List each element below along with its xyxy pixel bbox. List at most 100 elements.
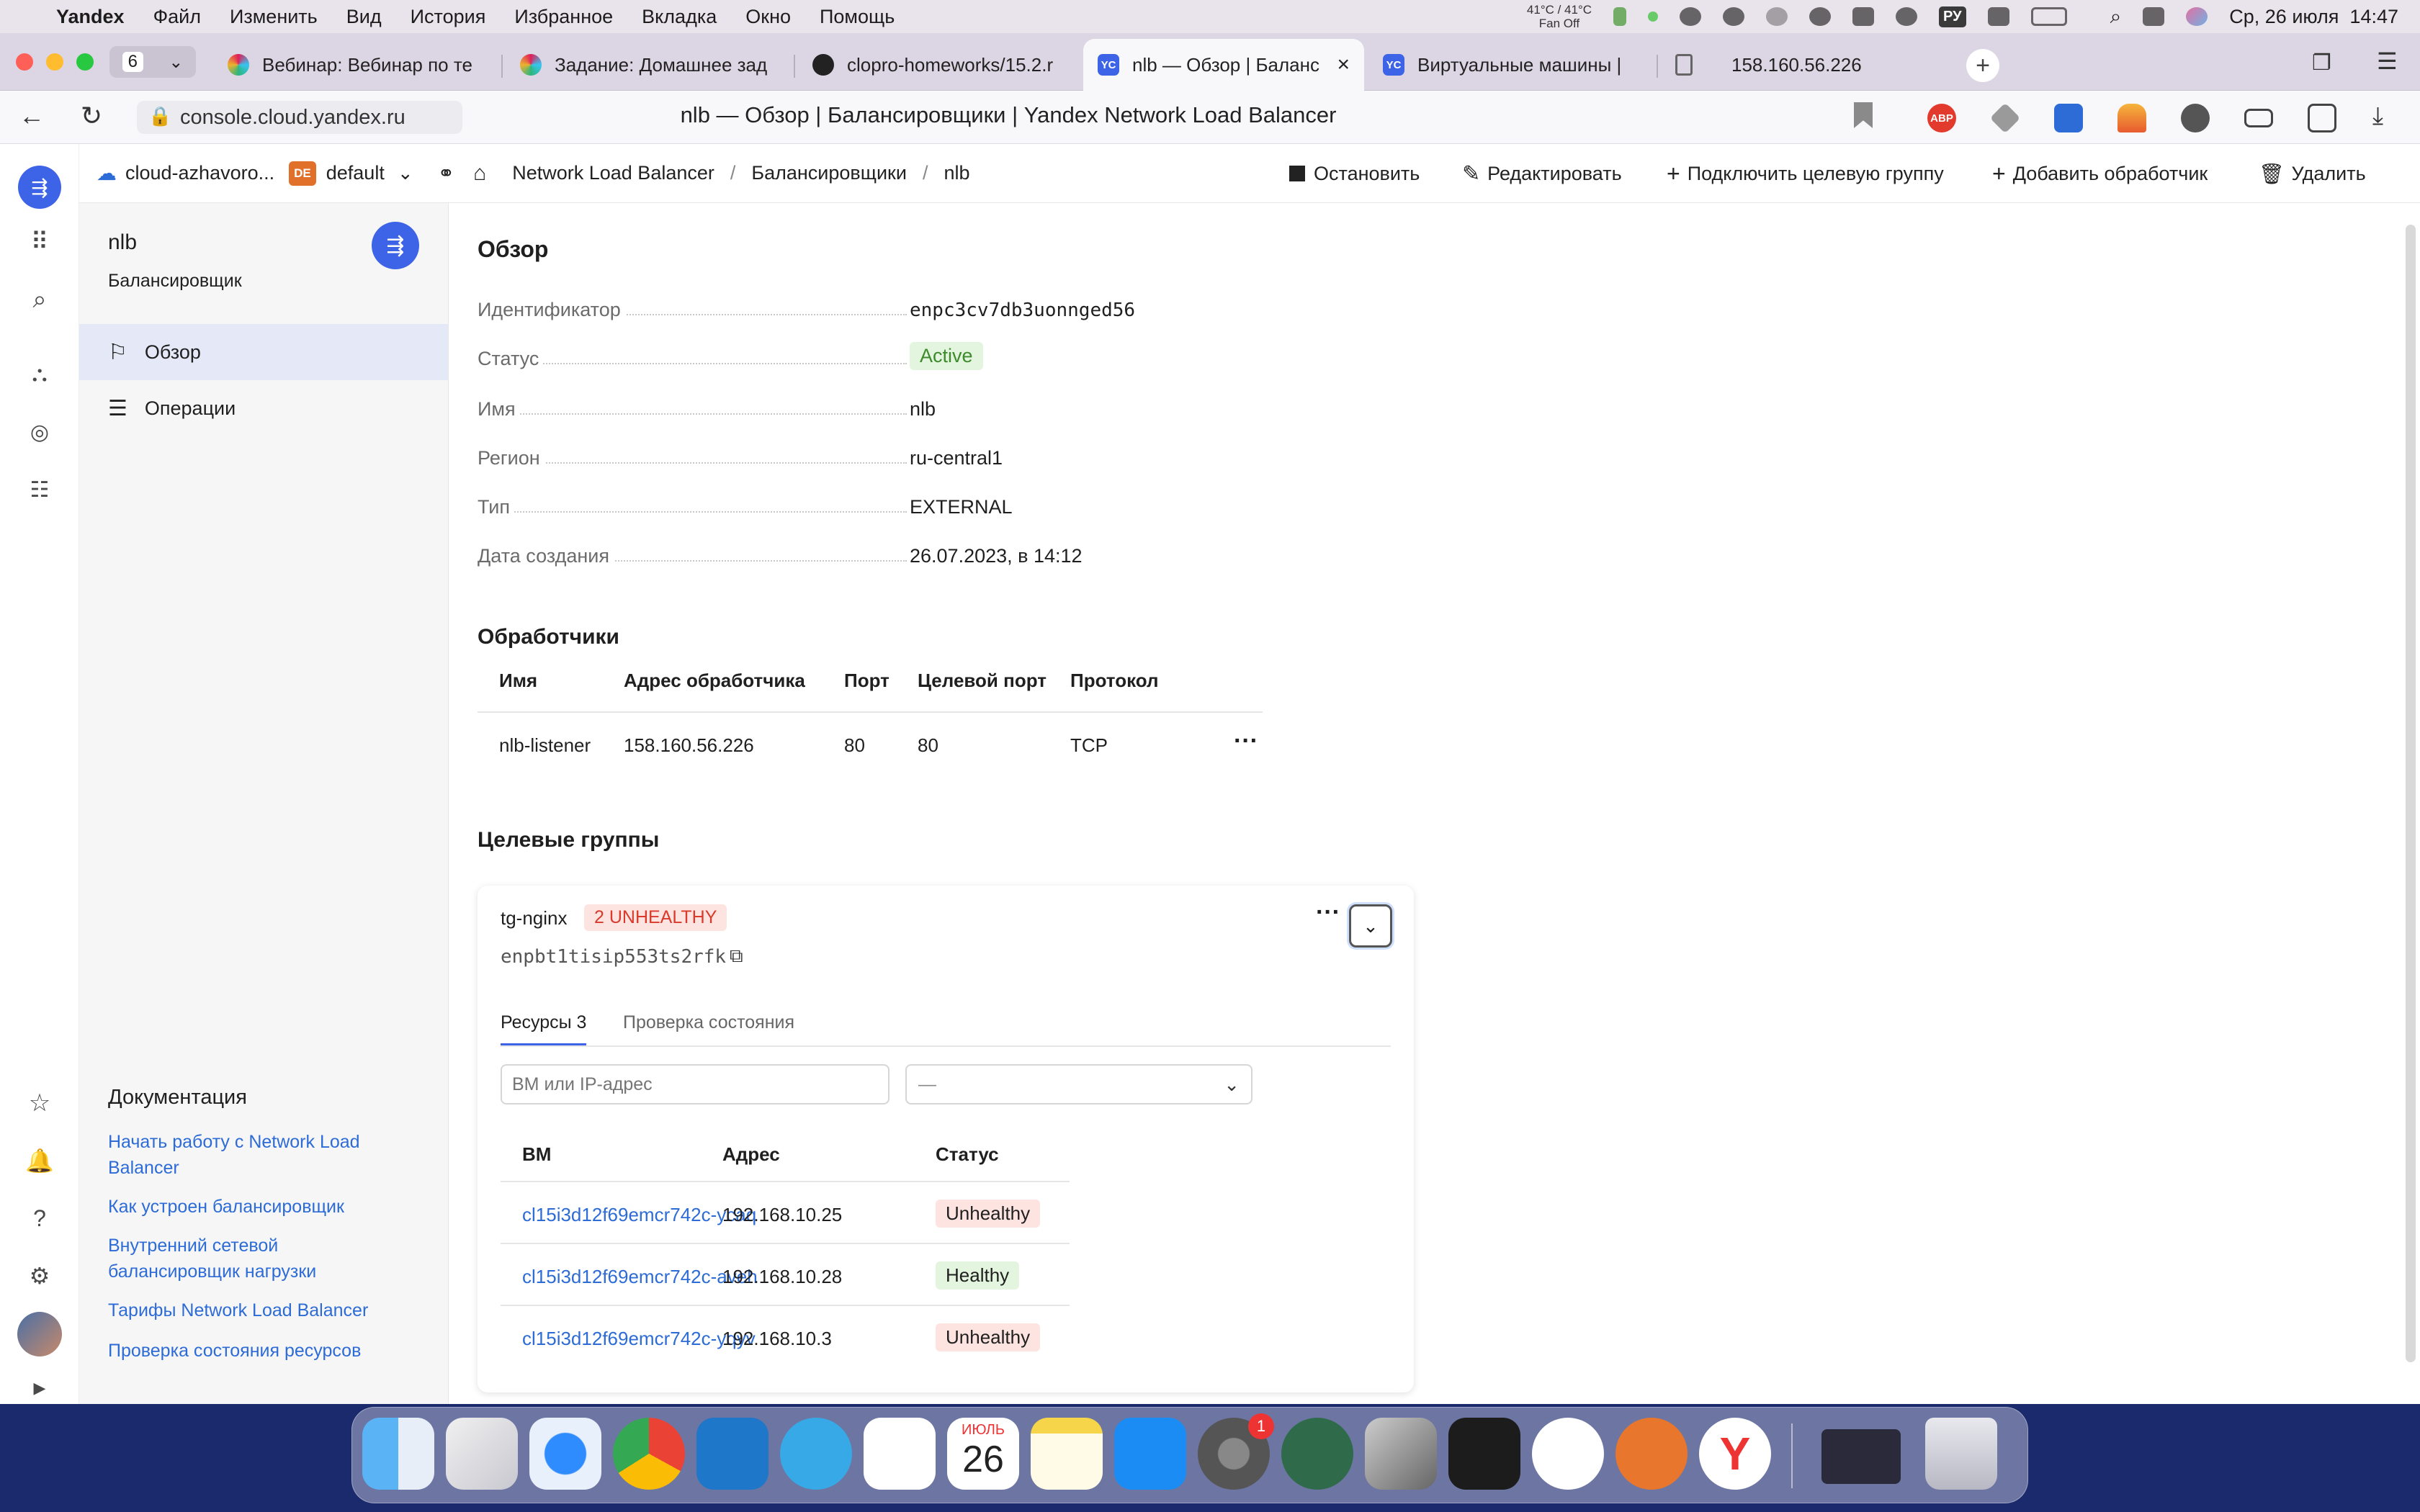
safari-icon[interactable]: [529, 1418, 601, 1490]
scrollbar[interactable]: [2406, 225, 2416, 1362]
battery-extension-icon[interactable]: [2244, 109, 2273, 127]
volume-icon[interactable]: [1852, 7, 1875, 26]
docs-link-internal-balancer[interactable]: Внутренний сетевой балансировщик нагрузк…: [108, 1233, 367, 1284]
search-icon[interactable]: ⌕: [2110, 5, 2122, 29]
action-stop-button[interactable]: Остановить: [1289, 144, 1420, 203]
chrome-icon[interactable]: [613, 1418, 685, 1490]
menu-bookmarks[interactable]: Избранное: [514, 6, 613, 28]
menu-help[interactable]: Помощь: [820, 6, 895, 28]
more-actions-icon[interactable]: ···: [1234, 727, 1258, 755]
menu-history[interactable]: История: [411, 6, 486, 28]
telegram-icon[interactable]: [780, 1418, 852, 1490]
menu-app-name[interactable]: Yandex: [56, 6, 125, 28]
vpn-extension-icon[interactable]: [2181, 104, 2210, 132]
docs-link-getting-started[interactable]: Начать работу с Network Load Balancer: [108, 1129, 411, 1181]
slack-icon[interactable]: [864, 1418, 936, 1490]
sidebar-item-operations[interactable]: ☰ Операции: [79, 380, 448, 436]
music-icon[interactable]: [1532, 1418, 1604, 1490]
menu-window[interactable]: Окно: [745, 6, 791, 28]
openvpn-icon[interactable]: [1615, 1418, 1688, 1490]
menu-tab[interactable]: Вкладка: [642, 6, 717, 28]
docs-link-pricing[interactable]: Тарифы Network Load Balancer: [108, 1297, 411, 1323]
tab-group-switcher[interactable]: 6 ⌄: [109, 46, 196, 78]
calendar-icon[interactable]: ИЮЛЬ 26: [947, 1418, 1019, 1490]
tab-resources[interactable]: Ресурсы 3: [501, 1012, 587, 1046]
action-attach-group-button[interactable]: + Подключить целевую группу: [1667, 144, 1944, 203]
flask-extension-icon[interactable]: [2118, 104, 2146, 132]
menu-file[interactable]: Файл: [153, 6, 201, 28]
docs-link-how-it-works[interactable]: Как устроен балансировщик: [108, 1194, 411, 1220]
browser-tab-4[interactable]: YC Виртуальные машины |: [1368, 39, 1654, 91]
control-center-icon[interactable]: [2143, 7, 2165, 26]
search-icon[interactable]: ⌕: [22, 282, 57, 317]
siri-icon[interactable]: [2186, 7, 2208, 26]
more-actions-icon[interactable]: ···: [1316, 899, 1340, 927]
browser-tab-2[interactable]: clopro-homeworks/15.2.r: [798, 39, 1083, 91]
menubar-datetime[interactable]: Ср, 26 июля 14:47: [2229, 6, 2398, 28]
download-icon[interactable]: ⤓: [2372, 102, 2383, 130]
screenshot-icon[interactable]: [2308, 104, 2336, 132]
menu-icon[interactable]: ☰: [2377, 48, 2398, 75]
trash-icon[interactable]: [1925, 1418, 1997, 1490]
memory-icon[interactable]: [1987, 7, 2009, 26]
hierarchy-icon[interactable]: ⚭: [438, 161, 454, 185]
minimize-window-icon[interactable]: [46, 53, 63, 71]
docs-link-health-checks[interactable]: Проверка состояния ресурсов: [108, 1338, 411, 1364]
translate-extension-icon[interactable]: [2054, 104, 2083, 132]
all-services-icon[interactable]: ⠿: [22, 225, 57, 259]
browser-tab-1[interactable]: Задание: Домашнее зад: [506, 39, 791, 91]
browser-tab-0[interactable]: Вебинар: Вебинар по те: [213, 39, 498, 91]
vscode-icon[interactable]: [696, 1418, 768, 1490]
globe-icon[interactable]: [1766, 7, 1788, 26]
system-settings-icon[interactable]: 1: [1198, 1413, 1274, 1490]
telegram-icon[interactable]: [1723, 7, 1745, 26]
star-icon[interactable]: ☆: [22, 1086, 57, 1120]
network-icon[interactable]: ⛬: [22, 357, 57, 392]
app-store-icon[interactable]: [1114, 1418, 1186, 1490]
adblock-icon[interactable]: ABP: [1927, 104, 1956, 132]
launchpad-icon[interactable]: [446, 1418, 518, 1490]
nlb-service-icon[interactable]: ⇶: [18, 166, 61, 209]
copy-icon[interactable]: ⧉: [730, 945, 743, 968]
cloud-selector[interactable]: cloud-azhavoro...: [125, 162, 274, 184]
breadcrumb-balancers[interactable]: Балансировщики: [751, 162, 907, 184]
tab-health-checks[interactable]: Проверка состояния: [623, 1012, 794, 1033]
action-add-listener-button[interactable]: + Добавить обработчик: [1992, 144, 2208, 203]
collapse-toggle-button[interactable]: ⌄: [1349, 904, 1392, 948]
play-icon[interactable]: [1896, 7, 1918, 26]
menu-view[interactable]: Вид: [346, 6, 382, 28]
action-delete-button[interactable]: 🗑 Удалить: [2259, 144, 2366, 203]
close-window-icon[interactable]: [16, 53, 33, 71]
screenshot-thumbnail[interactable]: [1821, 1429, 1901, 1484]
vm-link[interactable]: cl15i3d12f69emcr742c-yqyv: [522, 1328, 756, 1350]
zoom-window-icon[interactable]: [76, 53, 94, 71]
tab-overview-icon[interactable]: ❐: [2312, 50, 2331, 76]
settings-icon[interactable]: ⚙: [22, 1259, 57, 1293]
expand-rail-icon[interactable]: ▶: [22, 1371, 57, 1405]
input-source-indicator[interactable]: РУ: [1939, 6, 1966, 27]
vm-link[interactable]: cl15i3d12f69emcr742c-ycaq: [522, 1204, 756, 1226]
browser-tab-3-active[interactable]: YC nlb — Обзор | Баланс ×: [1083, 39, 1364, 91]
menu-edit[interactable]: Изменить: [230, 6, 318, 28]
close-tab-icon[interactable]: ×: [1337, 53, 1350, 77]
home-icon[interactable]: ⌂: [473, 161, 486, 186]
terminal-icon[interactable]: [1448, 1418, 1520, 1490]
vpn-icon[interactable]: [1809, 7, 1832, 26]
bell-icon[interactable]: 🔔: [22, 1143, 57, 1178]
browser-tab-5[interactable]: 158.160.56.226: [1661, 39, 1935, 91]
notes-icon[interactable]: [1031, 1418, 1103, 1490]
folder-selector[interactable]: default: [326, 162, 385, 184]
sidebar-item-overview[interactable]: ⚐ Обзор: [79, 324, 448, 380]
chevron-down-icon[interactable]: ⌄: [398, 162, 413, 184]
new-tab-button[interactable]: +: [1966, 49, 1999, 82]
target-icon[interactable]: ◎: [22, 415, 57, 449]
keepassxc-icon[interactable]: [1281, 1418, 1353, 1490]
tasks-icon[interactable]: ☷: [22, 472, 57, 507]
avatar[interactable]: [17, 1312, 62, 1356]
utility-icon[interactable]: [1365, 1418, 1437, 1490]
activity-icon[interactable]: [1613, 7, 1627, 26]
status-filter-select[interactable]: — ⌄: [905, 1064, 1252, 1104]
headphones-icon[interactable]: [1680, 7, 1702, 26]
breadcrumb-service[interactable]: Network Load Balancer: [512, 162, 714, 184]
action-edit-button[interactable]: ✎ Редактировать: [1462, 144, 1622, 203]
